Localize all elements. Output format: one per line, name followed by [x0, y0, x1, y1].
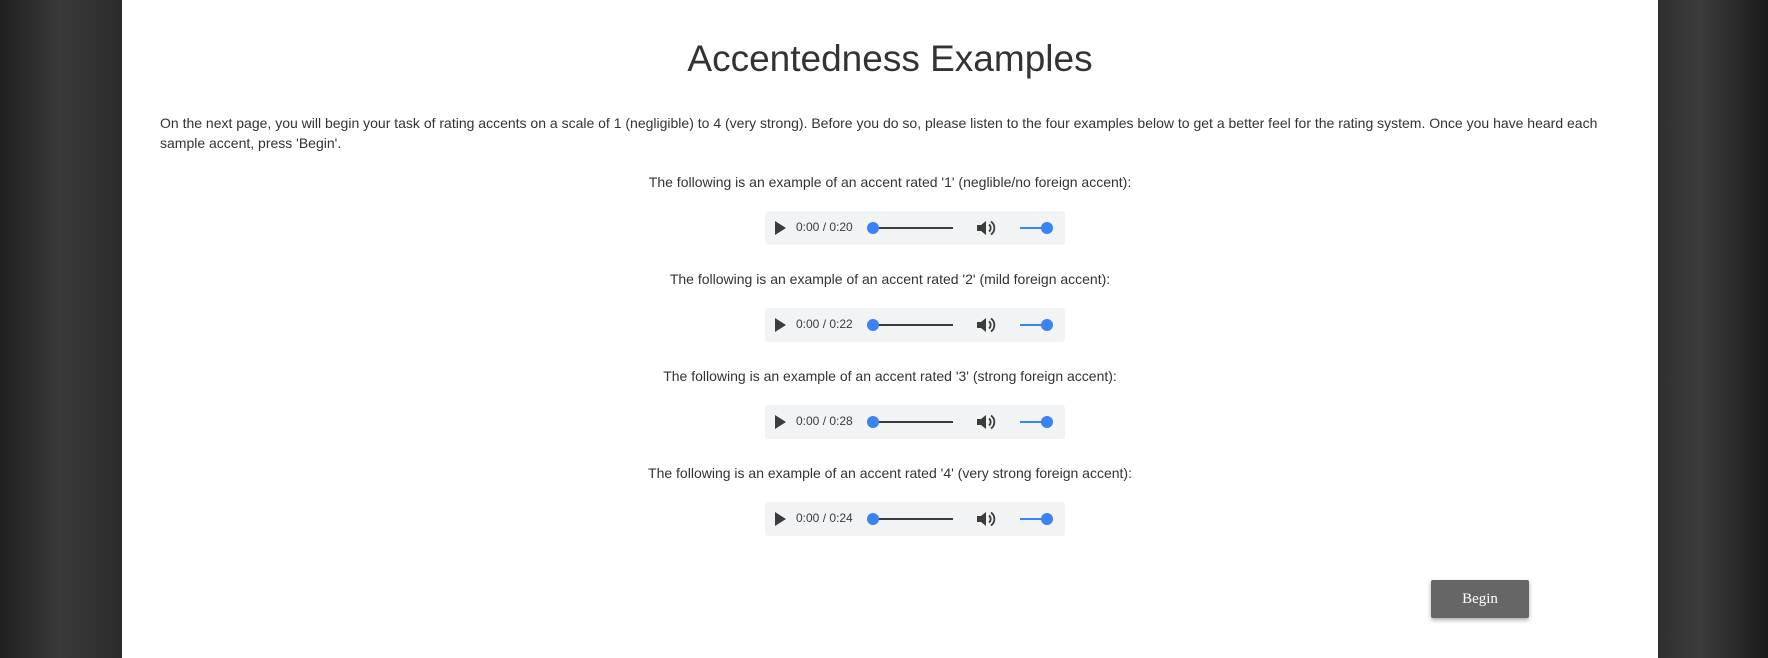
audio-player-2[interactable]: 0:00 / 0:22 — [765, 308, 1065, 342]
audio-player-1[interactable]: 0:00 / 0:20 — [765, 211, 1065, 245]
content-card: Accentedness Examples On the next page, … — [122, 0, 1658, 658]
intro-text: On the next page, you will begin your ta… — [160, 115, 1598, 151]
seek-knob[interactable] — [867, 222, 879, 234]
audio-player-4[interactable]: 0:00 / 0:24 — [765, 502, 1065, 536]
seek-slider[interactable] — [867, 513, 953, 525]
play-icon[interactable] — [775, 415, 786, 429]
seek-slider[interactable] — [867, 222, 953, 234]
seek-knob[interactable] — [867, 319, 879, 331]
example-label-3: The following is an example of an accent… — [663, 368, 1117, 384]
volume-knob[interactable] — [1041, 319, 1053, 331]
example-label-2: The following is an example of an accent… — [669, 271, 1111, 287]
example-label-1: The following is an example of an accent… — [648, 174, 1132, 190]
volume-knob[interactable] — [1041, 513, 1053, 525]
volume-knob[interactable] — [1041, 222, 1053, 234]
begin-button[interactable]: Begin — [1431, 580, 1529, 618]
time-display: 0:00 / 0:22 — [796, 317, 853, 331]
seek-slider[interactable] — [867, 416, 953, 428]
example-label-4: The following is an example of an accent… — [648, 465, 1132, 481]
volume-slider[interactable] — [1020, 222, 1053, 234]
play-icon[interactable] — [775, 318, 786, 332]
seek-knob[interactable] — [867, 416, 879, 428]
volume-icon[interactable] — [976, 219, 996, 237]
volume-icon[interactable] — [976, 316, 996, 334]
time-display: 0:00 / 0:24 — [796, 511, 853, 525]
page-title: Accentedness Examples — [687, 38, 1093, 79]
audio-player-3[interactable]: 0:00 / 0:28 — [765, 405, 1065, 439]
volume-slider[interactable] — [1020, 416, 1053, 428]
seek-knob[interactable] — [867, 513, 879, 525]
volume-slider[interactable] — [1020, 319, 1053, 331]
volume-knob[interactable] — [1041, 416, 1053, 428]
play-icon[interactable] — [775, 512, 786, 526]
volume-icon[interactable] — [976, 510, 996, 528]
time-display: 0:00 / 0:20 — [796, 220, 853, 234]
volume-slider[interactable] — [1020, 513, 1053, 525]
play-icon[interactable] — [775, 221, 786, 235]
time-display: 0:00 / 0:28 — [796, 414, 853, 428]
volume-icon[interactable] — [976, 413, 996, 431]
seek-slider[interactable] — [867, 319, 953, 331]
